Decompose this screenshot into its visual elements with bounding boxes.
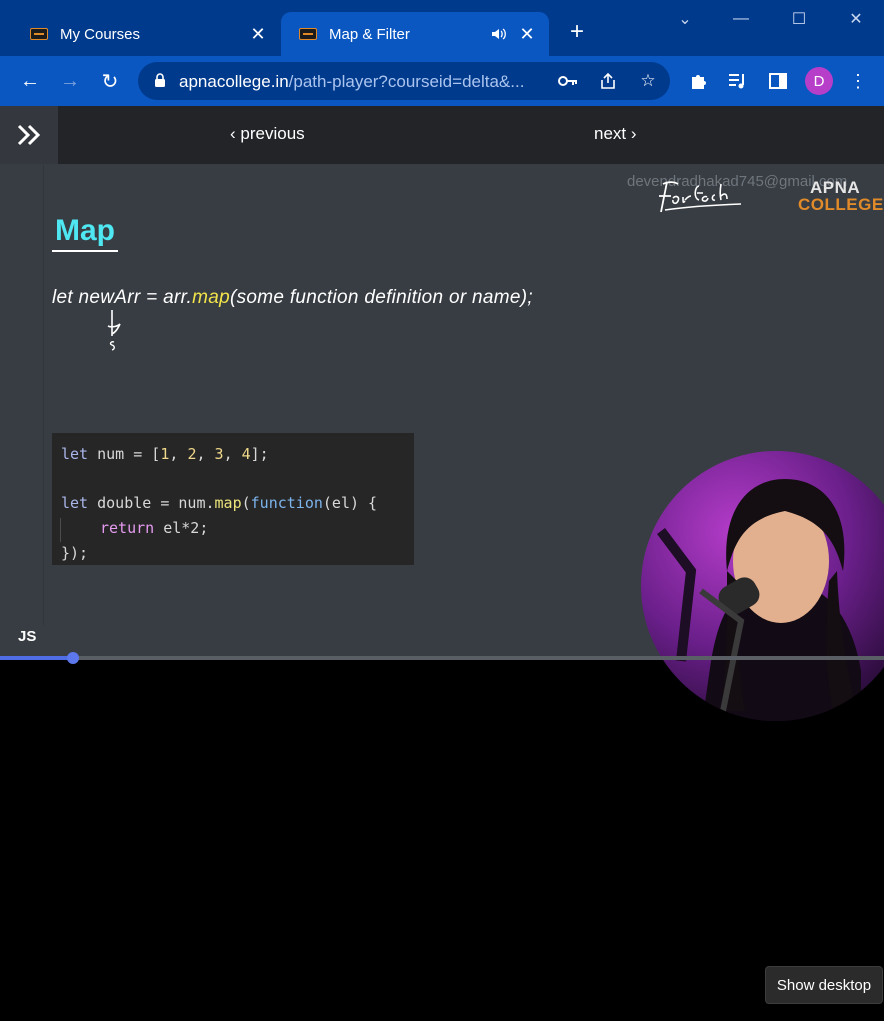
close-tab-icon[interactable]: ✕ <box>248 24 268 44</box>
previous-button[interactable]: ‹ previous <box>230 124 305 144</box>
tab-search-chevron-icon[interactable]: ⌄ <box>672 8 698 30</box>
next-label: next <box>594 124 627 143</box>
code-keyword: let <box>61 445 89 463</box>
close-window-icon[interactable]: ✕ <box>843 8 869 30</box>
browser-toolbar: ← → ↻ apnacollege.in/path-player?coursei… <box>0 56 884 106</box>
code-keyword: function <box>250 494 323 512</box>
expand-sidebar-button[interactable] <box>0 106 58 164</box>
show-desktop-tooltip: Show desktop <box>765 966 883 1004</box>
progress-fill <box>0 656 73 660</box>
url-domain: apnacollege.in <box>179 72 289 91</box>
slide-margin-line <box>43 165 44 625</box>
next-button[interactable]: next › <box>594 124 637 144</box>
back-arrow-icon[interactable]: ← <box>16 68 44 94</box>
code-block: let num = [1, 2, 3, 4]; let double = num… <box>52 433 414 565</box>
lock-icon <box>155 73 165 87</box>
previous-label: previous <box>240 124 305 143</box>
tab-strip: My Courses ✕ Map & Filter ✕ + ⌄ — ☐ ✕ <box>0 0 884 56</box>
code-keyword: let <box>61 494 89 512</box>
code-number: 1 <box>160 445 170 463</box>
code-text: ( <box>241 494 251 512</box>
double-chevron-right-icon <box>17 124 41 146</box>
code-line: let double = num.map(function(el) { <box>61 494 377 512</box>
reload-icon[interactable]: ↻ <box>96 68 124 94</box>
more-menu-icon[interactable]: ⋮ <box>846 69 870 93</box>
code-line: }); <box>61 544 89 562</box>
code-keyword: return <box>100 519 155 537</box>
player-nav-bar <box>0 106 884 164</box>
handwritten-annotation <box>659 181 742 213</box>
code-number: 4 <box>241 445 251 463</box>
course-label: JS <box>18 628 37 645</box>
logo-college: COLLEGE <box>798 195 884 214</box>
tab-my-courses[interactable]: My Courses ✕ <box>0 12 280 56</box>
syntax-suffix: (some function definition or name); <box>229 287 533 308</box>
extensions-puzzle-icon[interactable] <box>687 69 711 93</box>
syntax-method: map <box>192 287 230 308</box>
chevron-left-icon: ‹ <box>230 124 241 143</box>
side-panel-icon[interactable] <box>766 69 790 93</box>
code-text: (el) { <box>322 494 378 512</box>
code-text: double = num. <box>88 494 215 512</box>
code-number: 3 <box>214 445 224 463</box>
progress-knob[interactable] <box>67 652 79 664</box>
profile-avatar[interactable]: D <box>805 67 833 95</box>
code-text: el*2; <box>154 519 209 537</box>
tab-map-filter[interactable]: Map & Filter ✕ <box>281 12 549 56</box>
apna-college-favicon-icon <box>30 28 48 40</box>
slide-title: Map <box>55 214 115 247</box>
minimize-icon[interactable]: — <box>728 8 754 30</box>
map-syntax-line: let newArr = arr.map(some function defin… <box>52 287 533 309</box>
syntax-prefix: let newArr = arr. <box>52 287 193 308</box>
url-text: apnacollege.in/path-player?courseid=delt… <box>179 72 524 92</box>
tab-title: My Courses <box>60 25 141 43</box>
progress-track[interactable] <box>0 656 884 660</box>
pen-annotation <box>107 310 121 351</box>
apna-college-favicon-icon <box>299 28 317 40</box>
code-line: return el*2; <box>100 519 208 537</box>
bookmark-star-icon[interactable]: ☆ <box>638 71 658 91</box>
url-path: /path-player?courseid=delta&... <box>288 72 525 91</box>
speaker-icon[interactable] <box>489 24 509 44</box>
close-tab-icon[interactable]: ✕ <box>517 24 537 44</box>
address-bar[interactable]: apnacollege.in/path-player?courseid=delt… <box>138 62 670 100</box>
tab-title: Map & Filter <box>329 25 410 43</box>
code-line: let num = [1, 2, 3, 4]; <box>61 445 269 463</box>
code-number: 2 <box>187 445 197 463</box>
share-icon[interactable] <box>598 71 618 91</box>
key-icon[interactable] <box>558 71 578 91</box>
chevron-right-icon: › <box>626 124 637 143</box>
code-text: num = [ <box>88 445 161 463</box>
media-controls-icon[interactable] <box>726 69 750 93</box>
code-method: map <box>214 494 242 512</box>
new-tab-plus-icon[interactable]: + <box>566 18 588 45</box>
indent-guide <box>60 518 61 542</box>
title-underline <box>52 250 118 252</box>
forward-arrow-icon[interactable]: → <box>56 68 84 94</box>
maximize-icon[interactable]: ☐ <box>786 8 812 30</box>
